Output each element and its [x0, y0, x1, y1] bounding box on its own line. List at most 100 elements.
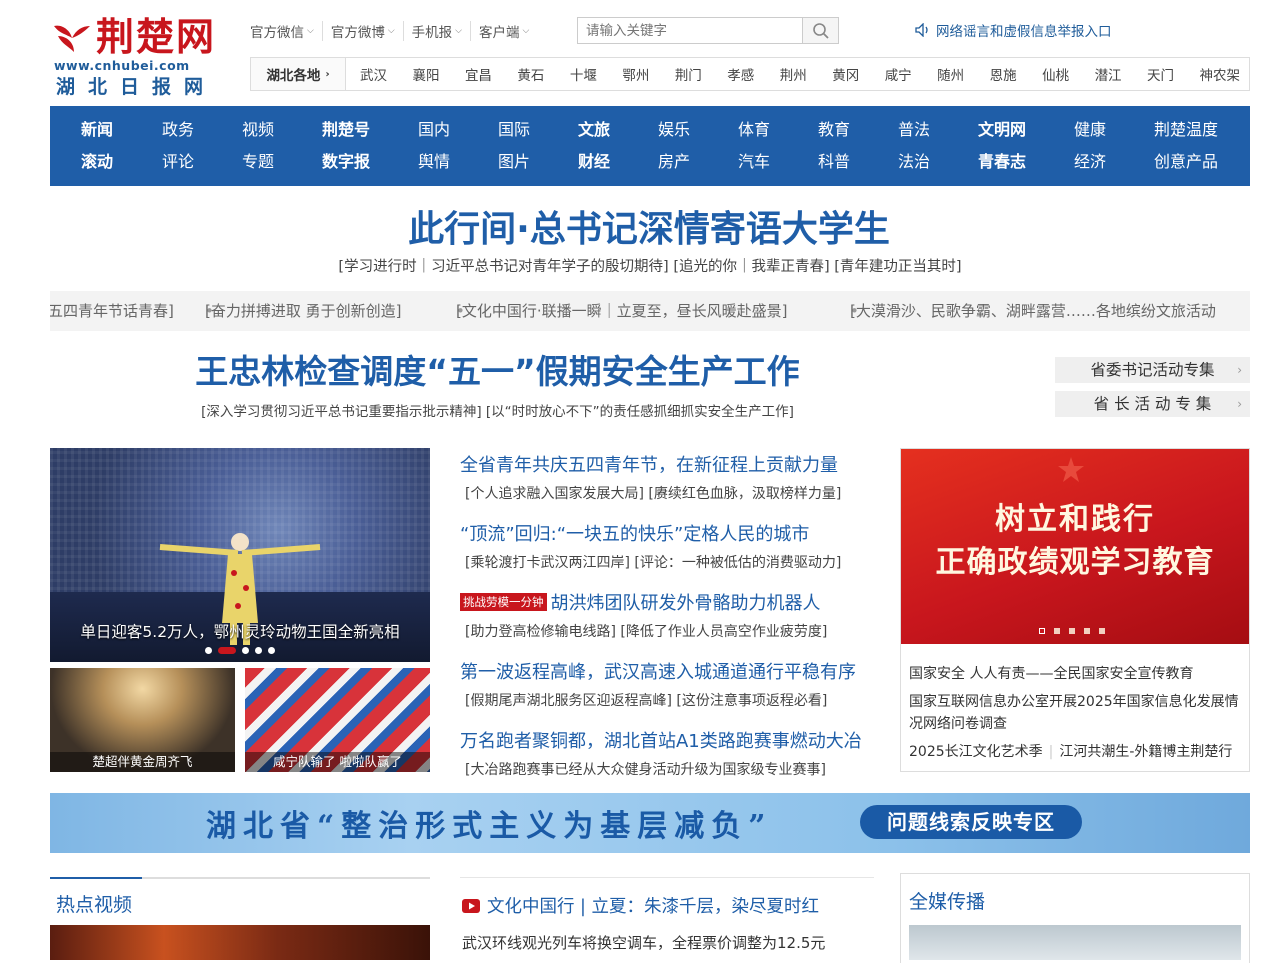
region-link[interactable]: 黄石 — [517, 64, 544, 84]
region-link[interactable]: 恩施 — [990, 64, 1017, 84]
media-thumbnail[interactable] — [909, 925, 1241, 960]
region-link[interactable]: 神农架 — [1200, 64, 1241, 84]
nav-item[interactable]: 滚动 — [81, 146, 113, 178]
nav-item[interactable]: 视频 — [242, 114, 274, 146]
news-sub[interactable]: [助力登高检修输电线路] [降低了作业人员高空作业疲劳度] — [460, 621, 827, 641]
nav-item[interactable]: 科普 — [818, 146, 850, 178]
promo-link[interactable]: 2025长江文化艺术季 — [909, 744, 1043, 760]
region-link[interactable]: 孝感 — [727, 64, 754, 84]
nav-item[interactable]: 房产 — [658, 146, 690, 178]
thumb-photo[interactable]: 楚超伴黄金周齐飞 — [50, 668, 235, 772]
region-link[interactable]: 鄂州 — [622, 64, 649, 84]
nav-item[interactable]: 文旅 — [578, 114, 610, 146]
slider-dot[interactable] — [255, 647, 262, 654]
nav-item[interactable]: 图片 — [498, 146, 530, 178]
nav-item[interactable]: 荆楚温度 — [1154, 114, 1218, 146]
region-link[interactable]: 天门 — [1147, 64, 1174, 84]
region-link[interactable]: 荆州 — [780, 64, 807, 84]
slider-dot[interactable] — [242, 647, 249, 654]
rumor-report-link[interactable]: 网络谣言和虚假信息举报入口 — [915, 20, 1112, 40]
search-input[interactable] — [578, 18, 802, 43]
nav-item[interactable]: 财经 — [578, 146, 610, 178]
nav-item[interactable]: 国际 — [498, 114, 530, 146]
reduce-burden-banner[interactable]: 湖北省“整治形式主义为基层减负” 问题线索反映专区 — [50, 793, 1250, 853]
featured-video-link[interactable]: 文化中国行 | 立夏：朱漆千层，染尽夏时红 — [462, 893, 819, 918]
slider-dot[interactable] — [268, 647, 275, 654]
banner-dot[interactable] — [1099, 628, 1105, 634]
issue-report-button[interactable]: 问题线索反映专区 — [860, 805, 1082, 839]
hot-video-title[interactable]: 热点视频 — [56, 890, 132, 917]
site-logo[interactable]: 荆楚网 www.cnhubei.com 湖北日报网 — [52, 14, 222, 98]
region-link[interactable]: 随州 — [937, 64, 964, 84]
nav-item[interactable]: 荆楚号 — [322, 114, 370, 146]
nav-item[interactable]: 创意产品 — [1154, 146, 1218, 178]
ticker-item[interactable]: 五四青年节话青春] — [50, 291, 174, 331]
official-wechat-link[interactable]: 官方微信 ⌵ — [250, 21, 323, 41]
headline-title[interactable]: 此行间·总书记深情寄语大学生 — [0, 200, 1280, 252]
news-title[interactable]: 挑战劳模一分钟 胡洪炜团队研发外骨骼助力机器人 — [460, 589, 827, 615]
promo-link[interactable]: 江河共潮生-外籍博主荆楚行 — [1059, 744, 1232, 760]
nav-item[interactable]: 青春志 — [978, 146, 1026, 178]
nav-item[interactable]: 舆情 — [418, 146, 450, 178]
news-title[interactable]: 第一波返程高峰，武汉高速入城通道通行平稳有序 — [460, 658, 856, 684]
section-divider — [50, 877, 430, 879]
party-secretary-collection-link[interactable]: 省委书记活动专集 › — [1055, 357, 1250, 383]
region-link[interactable]: 宜昌 — [465, 64, 492, 84]
mobile-paper-link[interactable]: 手机报 ⌵ — [404, 21, 471, 41]
news-sub[interactable]: [假期尾声湖北服务区迎返程高峰] [这份注意事项返程必看] — [460, 690, 856, 710]
promo-link[interactable]: 国家互联网信息办公室开展2025年国家信息化发展情况网络问卷调查 — [909, 691, 1239, 735]
region-link[interactable]: 武汉 — [360, 64, 387, 84]
chevron-down-icon: ⌵ — [522, 26, 530, 36]
official-weibo-link[interactable]: 官方微博 ⌵ — [323, 21, 404, 41]
nav-item[interactable]: 健康 — [1074, 114, 1106, 146]
region-link[interactable]: 襄阳 — [412, 64, 439, 84]
hot-video-thumbnail[interactable] — [50, 925, 430, 960]
news-sub[interactable]: [大冶路跑赛事已经从大众健身活动升级为国家级专业赛事] — [460, 759, 862, 779]
nav-item[interactable]: 汽车 — [738, 146, 770, 178]
governor-collection-link[interactable]: 省 长 活 动 专 集 › — [1055, 391, 1250, 417]
nav-item[interactable]: 专题 — [242, 146, 274, 178]
thumb-photo[interactable]: 咸宁队输了 啦啦队赢了 — [245, 668, 430, 772]
slider-dot[interactable] — [205, 647, 212, 654]
client-app-link[interactable]: 客户端 ⌵ — [471, 21, 537, 41]
nav-item[interactable]: 评论 — [162, 146, 194, 178]
banner-dot-active[interactable] — [1039, 628, 1045, 634]
nav-item[interactable]: 数字报 — [322, 146, 370, 178]
nav-item[interactable]: 娱乐 — [658, 114, 690, 146]
headline-subs[interactable]: [学习进行时｜习近平总书记对青年学子的殷切期待] [追光的你｜我辈正青春] [青… — [0, 255, 1280, 276]
nav-item[interactable]: 文明网 — [978, 114, 1026, 146]
banner-dot[interactable] — [1054, 628, 1060, 634]
nav-item[interactable]: 教育 — [818, 114, 850, 146]
news-title[interactable]: 全省青年共庆五四青年节，在新征程上贡献力量 — [460, 451, 841, 477]
region-link[interactable]: 荆门 — [675, 64, 702, 84]
news-link[interactable]: 武汉环线观光列车将换空调车，全程票价调整为12.5元 — [462, 932, 825, 953]
region-link[interactable]: 潜江 — [1095, 64, 1122, 84]
media-section-title[interactable]: 全媒传播 — [909, 887, 985, 914]
nav-item[interactable]: 体育 — [738, 114, 770, 146]
news-title[interactable]: 万名跑者聚铜都，湖北首站A1类路跑赛事燃动大冶 — [460, 727, 862, 753]
region-link[interactable]: 黄冈 — [832, 64, 859, 84]
link-label: 客户端 — [478, 25, 520, 41]
nav-item[interactable]: 法治 — [898, 146, 930, 178]
nav-item[interactable]: 普法 — [898, 114, 930, 146]
news-sub[interactable]: [乘轮渡打卡武汉两江四岸] [评论：一种被低估的消费驱动力] — [460, 552, 841, 572]
slider-dots — [50, 647, 430, 654]
nav-item[interactable]: 政务 — [162, 114, 194, 146]
banner-dot[interactable] — [1069, 628, 1075, 634]
nav-item[interactable]: 新闻 — [81, 114, 113, 146]
nav-item[interactable]: 经济 — [1074, 146, 1106, 178]
secondary-headline[interactable]: 王忠林检查调度“五一”假期安全生产工作 — [50, 345, 945, 393]
region-link[interactable]: 仙桃 — [1042, 64, 1069, 84]
news-sub[interactable]: [个人追求融入国家发展大局] [赓续红色血脉，汲取榜样力量] — [460, 483, 841, 503]
search-button[interactable] — [802, 18, 838, 43]
slider-dot-active[interactable] — [218, 647, 236, 654]
promo-link[interactable]: 国家安全 人人有责——全民国家安全宣传教育 — [909, 663, 1239, 685]
photo-slider[interactable]: 单日迎客5.2万人，鄂州灵玲动物王国全新亮相 — [50, 448, 430, 662]
banner-dot[interactable] — [1084, 628, 1090, 634]
news-title[interactable]: “顶流”回归:“一块五的快乐”定格人民的城市 — [460, 520, 841, 546]
region-link[interactable]: 咸宁 — [885, 64, 912, 84]
study-campaign-banner[interactable]: 树立和践行 正确政绩观学习教育 — [901, 449, 1249, 644]
region-link[interactable]: 十堰 — [570, 64, 597, 84]
secondary-headline-subs[interactable]: [深入学习贯彻习近平总书记重要指示批示精神] [以“时时放心不下”的责任感抓细抓… — [50, 400, 945, 420]
nav-item[interactable]: 国内 — [418, 114, 450, 146]
